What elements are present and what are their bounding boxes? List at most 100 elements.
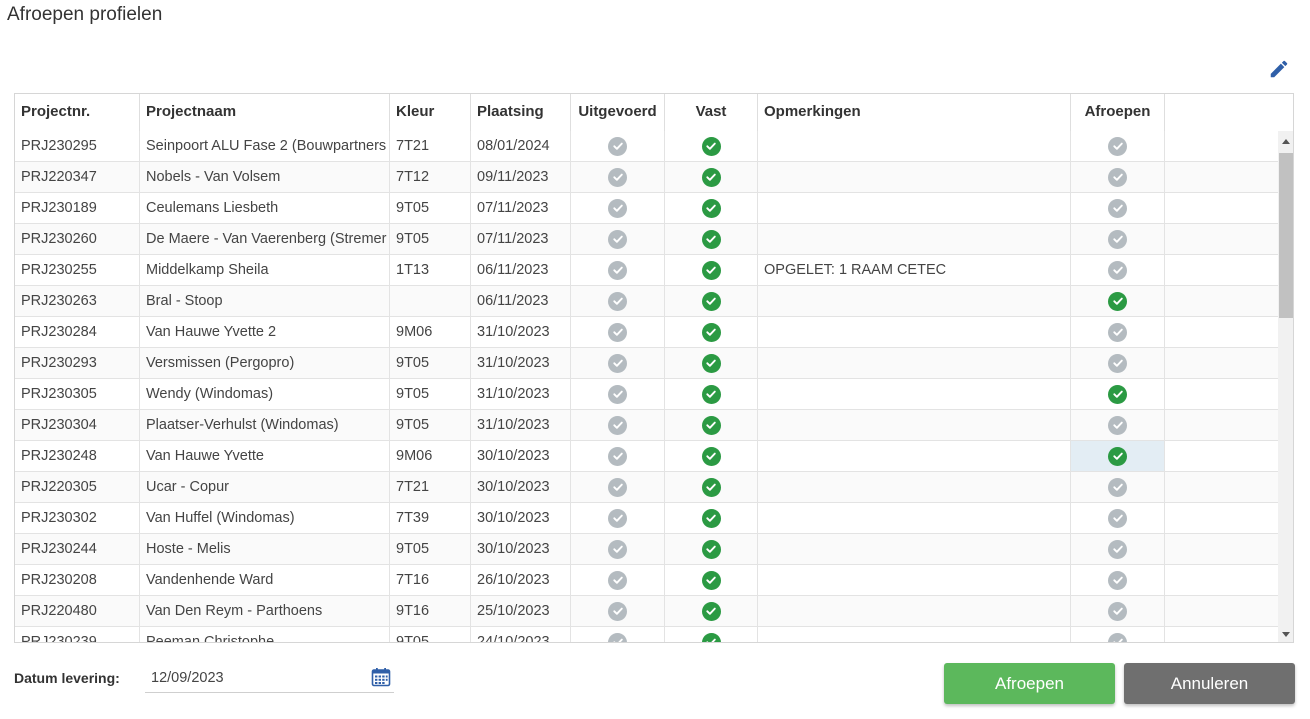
cell-afroepen[interactable] xyxy=(1071,627,1165,642)
check-circle-icon[interactable] xyxy=(1108,508,1127,528)
cell-afroepen[interactable] xyxy=(1071,534,1165,564)
check-circle-icon[interactable] xyxy=(608,632,627,642)
check-circle-icon[interactable] xyxy=(701,167,721,187)
check-circle-icon[interactable] xyxy=(608,167,627,187)
cell-afroepen[interactable] xyxy=(1071,162,1165,192)
scroll-up-arrow[interactable] xyxy=(1282,139,1290,144)
table-row[interactable]: PRJ230304 Plaatser-Verhulst (Windomas) 9T0… xyxy=(15,410,1278,441)
annuleren-button[interactable]: Annuleren xyxy=(1124,663,1295,704)
table-row[interactable]: PRJ220305 Ucar - Copur 7T21 30/10/2023 xyxy=(15,472,1278,503)
check-circle-icon[interactable] xyxy=(1108,601,1127,621)
check-circle-icon[interactable] xyxy=(608,539,627,559)
check-circle-icon[interactable] xyxy=(608,229,627,249)
check-circle-icon[interactable] xyxy=(701,570,721,590)
column-header-plaatsing[interactable]: Plaatsing xyxy=(471,94,571,131)
table-row[interactable]: PRJ230189 Ceulemans Liesbeth 9T05 07/11/202… xyxy=(15,193,1278,224)
cell-afroepen[interactable] xyxy=(1071,255,1165,285)
check-circle-icon[interactable] xyxy=(1108,229,1127,249)
cell-vast[interactable] xyxy=(665,255,758,285)
cell-afroepen[interactable] xyxy=(1071,441,1165,471)
cell-vast[interactable] xyxy=(665,286,758,316)
cell-uitgevoerd[interactable] xyxy=(571,224,665,254)
cell-afroepen[interactable] xyxy=(1071,224,1165,254)
check-circle-icon[interactable] xyxy=(608,198,627,218)
table-row[interactable]: PRJ230302 Van Huffel (Windomas) 7T39 30/10/… xyxy=(15,503,1278,534)
cell-afroepen[interactable] xyxy=(1071,379,1165,409)
column-header-opmerkingen[interactable]: Opmerkingen xyxy=(758,94,1071,131)
cell-afroepen[interactable] xyxy=(1071,472,1165,502)
cell-vast[interactable] xyxy=(665,472,758,502)
check-circle-icon[interactable] xyxy=(1108,632,1127,642)
cell-uitgevoerd[interactable] xyxy=(571,472,665,502)
check-circle-icon[interactable] xyxy=(1108,446,1127,466)
check-circle-icon[interactable] xyxy=(608,601,627,621)
check-circle-icon[interactable] xyxy=(701,415,721,435)
check-circle-icon[interactable] xyxy=(608,384,627,404)
cell-vast[interactable] xyxy=(665,441,758,471)
check-circle-icon[interactable] xyxy=(1108,539,1127,559)
check-circle-icon[interactable] xyxy=(701,446,721,466)
table-row[interactable]: PRJ230255 Middelkamp Sheila 1T13 06/11/2023… xyxy=(15,255,1278,286)
table-row[interactable]: PRJ230260 De Maere - Van Vaerenberg (Stre… xyxy=(15,224,1278,255)
check-circle-icon[interactable] xyxy=(1108,291,1127,311)
cell-uitgevoerd[interactable] xyxy=(571,162,665,192)
check-circle-icon[interactable] xyxy=(701,322,721,342)
scroll-down-arrow[interactable] xyxy=(1282,632,1290,637)
table-row[interactable]: PRJ230263 Bral - Stoop 06/11/2023 xyxy=(15,286,1278,317)
cell-afroepen[interactable] xyxy=(1071,348,1165,378)
check-circle-icon[interactable] xyxy=(701,291,721,311)
check-circle-icon[interactable] xyxy=(608,136,627,156)
check-circle-icon[interactable] xyxy=(1108,260,1127,280)
cell-vast[interactable] xyxy=(665,503,758,533)
cell-uitgevoerd[interactable] xyxy=(571,348,665,378)
cell-uitgevoerd[interactable] xyxy=(571,410,665,440)
cell-uitgevoerd[interactable] xyxy=(571,565,665,595)
cell-vast[interactable] xyxy=(665,162,758,192)
check-circle-icon[interactable] xyxy=(701,229,721,249)
check-circle-icon[interactable] xyxy=(1108,570,1127,590)
check-circle-icon[interactable] xyxy=(1108,136,1127,156)
column-header-projectnr[interactable]: Projectnr. xyxy=(15,94,140,131)
check-circle-icon[interactable] xyxy=(701,601,721,621)
column-header-kleur[interactable]: Kleur xyxy=(390,94,471,131)
cell-vast[interactable] xyxy=(665,627,758,642)
cell-uitgevoerd[interactable] xyxy=(571,503,665,533)
cell-afroepen[interactable] xyxy=(1071,565,1165,595)
check-circle-icon[interactable] xyxy=(1108,167,1127,187)
check-circle-icon[interactable] xyxy=(701,353,721,373)
cell-uitgevoerd[interactable] xyxy=(571,317,665,347)
check-circle-icon[interactable] xyxy=(608,291,627,311)
table-row[interactable]: PRJ230305 Wendy (Windomas) 9T05 31/10/2023 xyxy=(15,379,1278,410)
check-circle-icon[interactable] xyxy=(1108,322,1127,342)
cell-afroepen[interactable] xyxy=(1071,596,1165,626)
cell-vast[interactable] xyxy=(665,565,758,595)
check-circle-icon[interactable] xyxy=(608,477,627,497)
check-circle-icon[interactable] xyxy=(701,477,721,497)
check-circle-icon[interactable] xyxy=(608,322,627,342)
table-row[interactable]: PRJ230244 Hoste - Melis 9T05 30/10/2023 xyxy=(15,534,1278,565)
cell-afroepen[interactable] xyxy=(1071,503,1165,533)
cell-vast[interactable] xyxy=(665,534,758,564)
table-row[interactable]: PRJ220480 Van Den Reym - Parthoens 9T16 25/… xyxy=(15,596,1278,627)
cell-uitgevoerd[interactable] xyxy=(571,193,665,223)
column-header-afroepen[interactable]: Afroepen xyxy=(1071,94,1165,131)
cell-uitgevoerd[interactable] xyxy=(571,255,665,285)
check-circle-icon[interactable] xyxy=(608,353,627,373)
cell-uitgevoerd[interactable] xyxy=(571,286,665,316)
check-circle-icon[interactable] xyxy=(608,260,627,280)
column-header-vast[interactable]: Vast xyxy=(665,94,758,131)
check-circle-icon[interactable] xyxy=(1108,198,1127,218)
afroepen-button[interactable]: Afroepen xyxy=(944,663,1115,704)
check-circle-icon[interactable] xyxy=(701,260,721,280)
cell-uitgevoerd[interactable] xyxy=(571,441,665,471)
cell-uitgevoerd[interactable] xyxy=(571,534,665,564)
cell-vast[interactable] xyxy=(665,379,758,409)
check-circle-icon[interactable] xyxy=(701,632,721,642)
cell-afroepen[interactable] xyxy=(1071,286,1165,316)
check-circle-icon[interactable] xyxy=(701,384,721,404)
cell-vast[interactable] xyxy=(665,596,758,626)
table-row[interactable]: PRJ230284 Van Hauwe Yvette 2 9M06 31/10/202… xyxy=(15,317,1278,348)
check-circle-icon[interactable] xyxy=(701,539,721,559)
calendar-button[interactable] xyxy=(371,667,391,687)
check-circle-icon[interactable] xyxy=(1108,415,1127,435)
